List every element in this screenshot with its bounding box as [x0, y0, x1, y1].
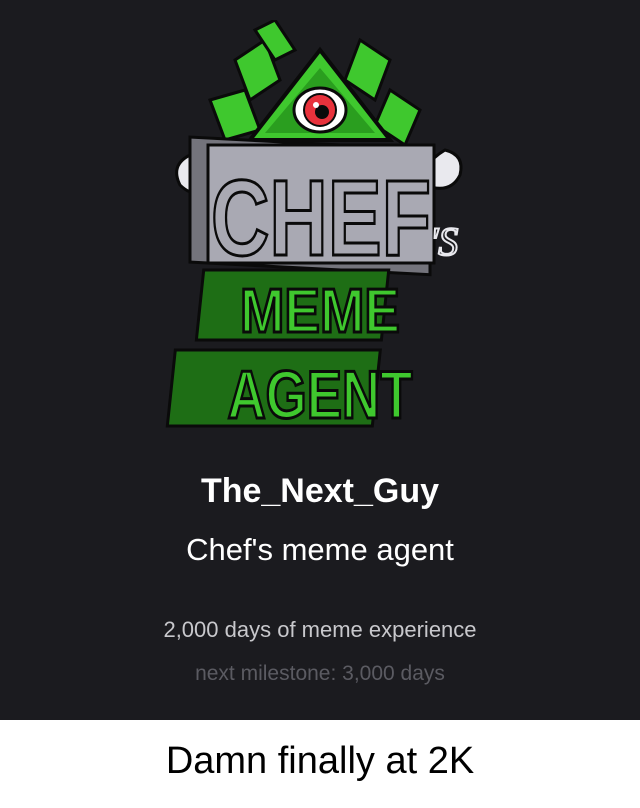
logo-line-meme: MEME [240, 277, 400, 346]
experience-text: 2,000 days of meme experience [163, 617, 477, 642]
meme-word-block: MEME [194, 268, 402, 348]
logo-line-chef: CHEF [211, 157, 431, 278]
profile-card: CHEF 'S MEME AGENT The_Next_Guy Chef's m… [0, 0, 640, 720]
milestone-text: next milestone: 3,000 days [195, 662, 445, 685]
logo-line-agent: AGENT [228, 357, 413, 433]
logo-art: CHEF 'S MEME AGENT [165, 18, 463, 435]
agent-word-block: AGENT [165, 348, 414, 435]
logo-line-chef-suffix: 'S [430, 219, 459, 264]
meme-caption: Damn finally at 2K [165, 740, 475, 782]
chefs-meme-agent-logo: CHEF 'S MEME AGENT [150, 18, 490, 440]
chef-word-block: CHEF 'S [188, 135, 459, 280]
username: The_Next_Guy [200, 472, 440, 510]
profile-title: Chef's meme agent [186, 532, 454, 567]
